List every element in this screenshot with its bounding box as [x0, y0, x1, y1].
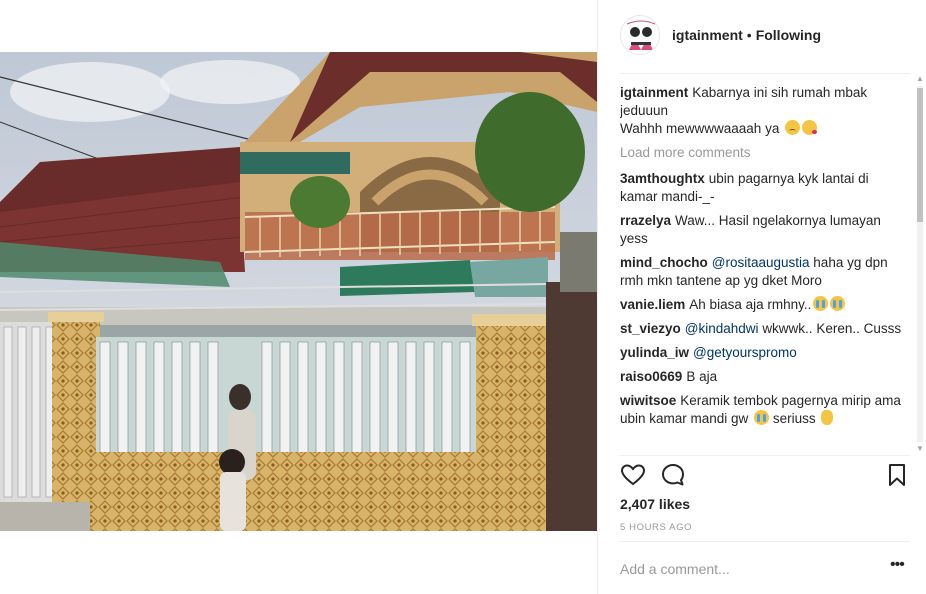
- frowning-face-emoji-icon: [785, 120, 801, 135]
- list-item: wiwitsoe Keramik tembok pagernya mirip am…: [620, 392, 906, 428]
- kissing-face-emoji-icon: [802, 120, 818, 135]
- scroll-up-arrow-icon[interactable]: ▲: [915, 74, 925, 84]
- post-header: igtainment • Following: [620, 14, 910, 56]
- crying-face-emoji-icon: [813, 296, 829, 311]
- caption-username[interactable]: igtainment: [620, 85, 688, 100]
- comment-username[interactable]: wiwitsoe: [620, 393, 676, 408]
- divider: [620, 541, 910, 542]
- comment-username[interactable]: 3amthoughtx: [620, 171, 705, 186]
- likes-count[interactable]: 2,407 likes: [620, 496, 690, 512]
- divider: [620, 455, 910, 456]
- comment-username[interactable]: st_viezyo: [620, 321, 681, 336]
- follow-status-button[interactable]: Following: [756, 27, 821, 43]
- heart-icon[interactable]: [620, 462, 646, 488]
- comment-text: Ah biasa aja rmhny..: [689, 297, 812, 312]
- bookmark-icon[interactable]: [884, 462, 910, 488]
- post-actions: [620, 462, 910, 490]
- list-item: mind_chocho @rositaaugustia haha yg dpn r…: [620, 254, 906, 290]
- caption: igtainment Kabarnya ini sih rumah mbak je…: [620, 84, 906, 138]
- comment-mention[interactable]: @kindahdwi: [685, 321, 759, 336]
- comment-username[interactable]: rrazelya: [620, 213, 671, 228]
- comment-username[interactable]: raiso0669: [620, 369, 682, 384]
- comments-scrollbar[interactable]: ▲ ▼: [915, 74, 925, 454]
- crying-face-emoji-icon: [754, 410, 770, 425]
- list-item: vanie.liem Ah biasa aja rmhny..: [620, 296, 906, 314]
- scroll-down-arrow-icon[interactable]: ▼: [915, 444, 925, 454]
- post-timestamp[interactable]: 5 HOURS AGO: [620, 522, 692, 533]
- divider: [620, 73, 910, 74]
- crying-face-emoji-icon: [830, 296, 846, 311]
- list-item: rrazelya Waw... Hasil ngelakornya lumayan…: [620, 212, 906, 248]
- list-item: st_viezyo @kindahdwi wkwwk.. Keren.. Cuss…: [620, 320, 906, 338]
- house-photo: [0, 52, 597, 531]
- separator-dot: •: [746, 27, 752, 43]
- comment-username[interactable]: mind_chocho: [620, 255, 708, 270]
- scrollbar-thumb[interactable]: [917, 88, 923, 222]
- comment-text: wkwwk.. Keren.. Cusss: [762, 321, 902, 336]
- comment-mention[interactable]: @rositaaugustia: [712, 255, 810, 270]
- comment-username[interactable]: vanie.liem: [620, 297, 685, 312]
- comment-username[interactable]: yulinda_iw: [620, 345, 689, 360]
- post-photo[interactable]: [0, 52, 597, 531]
- list-item: raiso0669 B aja: [620, 368, 906, 386]
- post-side-panel: igtainment • Following igtainment Kabarny…: [597, 0, 926, 594]
- load-more-comments-button[interactable]: Load more comments: [620, 144, 906, 162]
- caption-text-line2: Wahhh mewwwwaaaah ya: [620, 121, 780, 136]
- comment-text: B aja: [686, 369, 718, 384]
- list-item: yulinda_iw @getyourspromo: [620, 344, 906, 362]
- post-username[interactable]: igtainment: [672, 27, 743, 43]
- more-options-icon[interactable]: •••: [890, 557, 908, 574]
- comments-list: igtainment Kabarnya ini sih rumah mbak je…: [620, 84, 906, 456]
- comment-icon[interactable]: [660, 462, 686, 488]
- comment-text-suffix: seriuss: [772, 411, 816, 426]
- list-item: 3amthoughtx ubin pagarnya kyk lantai di k…: [620, 170, 906, 206]
- add-comment-input[interactable]: [620, 557, 880, 581]
- comment-mention[interactable]: @getyourspromo: [693, 345, 797, 360]
- avatar[interactable]: [620, 15, 660, 55]
- victory-hand-emoji-icon: [821, 410, 834, 425]
